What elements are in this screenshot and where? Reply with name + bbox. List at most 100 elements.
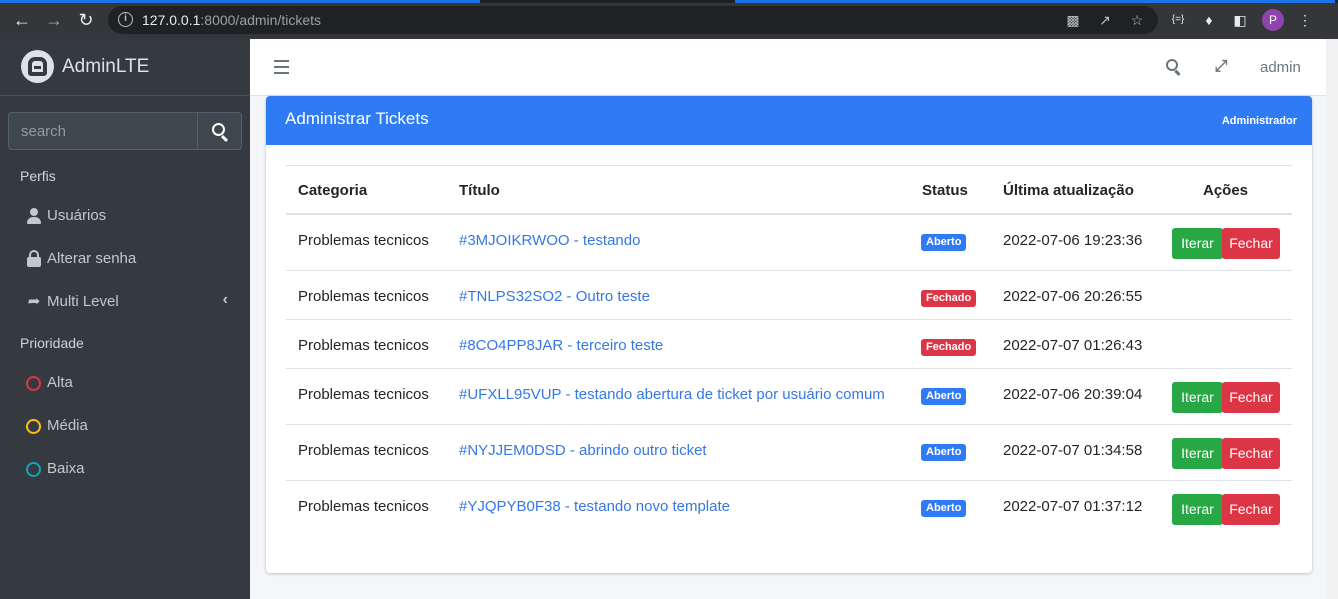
site-info-icon[interactable]: i <box>118 12 133 27</box>
chevron-left-icon: ‹ <box>222 291 228 308</box>
iterate-button[interactable]: Iterar <box>1172 494 1223 525</box>
card-title: Administrar Tickets <box>285 109 429 128</box>
status-badge: Fechado <box>921 290 977 307</box>
profile-avatar[interactable]: P <box>1262 9 1284 31</box>
fullscreen-expand-icon[interactable]: ⤢ <box>1213 59 1229 75</box>
adminlte-logo-icon <box>21 50 54 83</box>
close-ticket-button[interactable]: Fechar <box>1222 228 1280 259</box>
page-scrollbar[interactable] <box>1326 39 1338 599</box>
ticket-title-link[interactable]: #8CO4PP8JAR - terceiro teste <box>459 337 663 354</box>
cell-updated: 2022-07-06 19:23:36 <box>1003 232 1143 249</box>
navbar-user-link[interactable]: admin <box>1260 59 1301 76</box>
cell-category: Problemas tecnicos <box>298 337 429 354</box>
kebab-menu-icon[interactable]: ⋮ <box>1295 10 1315 30</box>
ticket-title-link[interactable]: #3MJOIKRWOO - testando <box>459 232 640 249</box>
table-header-row: Categoria Título Status Última atualizaç… <box>286 165 1292 215</box>
status-badge: Aberto <box>921 234 967 251</box>
sidebar-item-label: Usuários <box>47 207 107 224</box>
table-row: Problemas tecnicos #YJQPYB0F38 - testand… <box>286 481 1292 537</box>
card-tool-label: Administrador <box>1221 115 1297 127</box>
browser-chrome: ← → ↻ i 127.0.0.1:8000/admin/tickets ▩ ↗… <box>0 0 1338 39</box>
nav-header-perfis: Perfis <box>20 168 56 184</box>
circle-icon <box>26 462 41 477</box>
sidebar-search-button[interactable] <box>197 112 242 150</box>
sidebar-item-baixa[interactable]: Baixa <box>8 450 242 488</box>
user-icon <box>27 208 41 224</box>
search-icon <box>1166 59 1178 71</box>
ticket-title-link[interactable]: #NYJJEM0DSD - abrindo outro ticket <box>459 442 707 459</box>
circle-icon <box>26 376 41 391</box>
table-row: Problemas tecnicos #3MJOIKRWOO - testand… <box>286 215 1292 271</box>
translate-icon[interactable]: ▩ <box>1065 12 1081 28</box>
column-header-titulo: Título <box>459 182 500 199</box>
hamburger-menu-icon[interactable] <box>274 60 289 74</box>
status-badge: Aberto <box>921 500 967 517</box>
sidebar-item-alta[interactable]: Alta <box>8 364 242 402</box>
table-row: Problemas tecnicos #NYJJEM0DSD - abrindo… <box>286 425 1292 481</box>
sidebar-item-multi-level[interactable]: ➦ Multi Level ‹ <box>8 283 242 321</box>
ticket-title-link[interactable]: #YJQPYB0F38 - testando novo template <box>459 498 730 515</box>
brand-link[interactable]: AdminLTE <box>0 39 250 96</box>
url-text[interactable]: 127.0.0.1:8000/admin/tickets <box>142 12 321 28</box>
sidebar-item-alterar-senha[interactable]: Alterar senha <box>8 240 242 278</box>
status-badge: Aberto <box>921 444 967 461</box>
bookmark-star-icon[interactable]: ☆ <box>1129 12 1145 28</box>
forward-icon[interactable]: → <box>42 8 66 32</box>
tab-strip <box>0 0 1338 3</box>
cell-updated: 2022-07-07 01:37:12 <box>1003 498 1143 515</box>
nav-header-prioridade: Prioridade <box>20 335 84 351</box>
table-row: Problemas tecnicos #UFXLL95VUP - testand… <box>286 369 1292 425</box>
address-bar[interactable]: i 127.0.0.1:8000/admin/tickets ▩ ↗ ☆ <box>108 6 1158 34</box>
sidebar-item-label: Alta <box>47 374 73 391</box>
sidebar-item-label: Média <box>47 417 88 434</box>
sidebar-item-media[interactable]: Média <box>8 407 242 445</box>
circle-icon <box>26 419 41 434</box>
table-row: Problemas tecnicos #8CO4PP8JAR - terceir… <box>286 320 1292 369</box>
status-badge: Fechado <box>921 339 977 356</box>
column-header-ultima-atualizacao: Última atualização <box>1003 182 1134 199</box>
share-page-icon[interactable]: ↗ <box>1097 12 1113 28</box>
sidebar-search-input[interactable] <box>8 112 197 150</box>
cell-updated: 2022-07-07 01:34:58 <box>1003 442 1143 459</box>
ticket-title-link[interactable]: #TNLPS32SO2 - Outro teste <box>459 288 650 305</box>
status-badge: Aberto <box>921 388 967 405</box>
puzzle-icon[interactable]: ♦ <box>1199 10 1219 30</box>
sidebar-item-label: Multi Level <box>47 293 119 310</box>
top-navbar: ⤢ admin <box>250 39 1326 96</box>
cell-category: Problemas tecnicos <box>298 498 429 515</box>
navbar-search-button[interactable] <box>1166 59 1182 75</box>
close-ticket-button[interactable]: Fechar <box>1222 382 1280 413</box>
table-row: Problemas tecnicos #TNLPS32SO2 - Outro t… <box>286 271 1292 320</box>
sidebar-item-label: Alterar senha <box>47 250 137 267</box>
cell-category: Problemas tecnicos <box>298 386 429 403</box>
card-header: Administrar Tickets Administrador <box>266 96 1312 145</box>
sidebar: AdminLTE Perfis Usuários Alterar senha ➦… <box>0 39 250 599</box>
reload-icon[interactable]: ↻ <box>74 8 98 32</box>
close-ticket-button[interactable]: Fechar <box>1222 438 1280 469</box>
side-panel-icon[interactable]: ◧ <box>1230 10 1250 30</box>
column-header-status: Status <box>922 182 968 199</box>
sidebar-item-usuarios[interactable]: Usuários <box>8 197 242 235</box>
tickets-card: Administrar Tickets Administrador Catego… <box>266 96 1312 573</box>
extension-icon[interactable]: {=} <box>1168 10 1188 30</box>
iterate-button[interactable]: Iterar <box>1172 438 1223 469</box>
cell-updated: 2022-07-06 20:39:04 <box>1003 386 1143 403</box>
ticket-title-link[interactable]: #UFXLL95VUP - testando abertura de ticke… <box>459 386 885 403</box>
column-header-categoria: Categoria <box>298 182 368 199</box>
sidebar-item-label: Baixa <box>47 460 85 477</box>
cell-category: Problemas tecnicos <box>298 442 429 459</box>
share-icon: ➦ <box>27 293 41 310</box>
column-header-acoes: Ações <box>1203 182 1249 199</box>
close-ticket-button[interactable]: Fechar <box>1222 494 1280 525</box>
lock-icon <box>27 250 41 267</box>
back-icon[interactable]: ← <box>10 8 34 32</box>
cell-category: Problemas tecnicos <box>298 232 429 249</box>
cell-updated: 2022-07-07 01:26:43 <box>1003 337 1143 354</box>
cell-category: Problemas tecnicos <box>298 288 429 305</box>
iterate-button[interactable]: Iterar <box>1172 228 1223 259</box>
iterate-button[interactable]: Iterar <box>1172 382 1223 413</box>
cell-updated: 2022-07-06 20:26:55 <box>1003 288 1143 305</box>
sidebar-search <box>8 112 242 150</box>
search-icon <box>212 123 225 136</box>
brand-text: AdminLTE <box>62 56 150 77</box>
